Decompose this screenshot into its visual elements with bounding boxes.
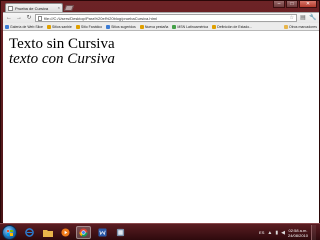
browser-window: Prueba de Cursiva × – □ ✕ ← → ↻ file:///… <box>0 0 320 223</box>
wrench-icon[interactable]: 🔧 <box>309 14 317 22</box>
browser-toolbar: ← → ↻ file:///C:/Users/Desktop/Para%20el… <box>3 12 319 23</box>
bookmark-label: Sitios sugeridos <box>111 24 136 29</box>
bookmark-label: Sitios sanbie <box>52 24 72 29</box>
new-tab-button[interactable] <box>63 5 75 11</box>
clock-date: 24/08/2010 <box>287 232 308 238</box>
bookmark-icon <box>5 24 9 29</box>
forward-button[interactable]: → <box>15 14 23 22</box>
bookmark-item[interactable]: Sitios sanbie <box>47 24 72 29</box>
ie-icon <box>25 228 34 237</box>
other-bookmarks-label: Otros marcadores <box>288 24 317 29</box>
taskbar-app-other[interactable] <box>113 226 128 239</box>
bookmark-star-icon[interactable]: ☆ <box>290 15 294 21</box>
bookmark-icon <box>75 24 80 29</box>
taskbar: ES ▲ ▮ ◀ 02:58 a.m. 24/08/2010 <box>0 223 320 240</box>
media-player-icon <box>61 228 70 237</box>
normal-text: Texto sin Cursiva <box>9 36 115 52</box>
tab-strip: Prueba de Cursiva × <box>3 2 319 12</box>
tray-arrow-icon[interactable]: ▲ <box>267 230 272 236</box>
bookmark-label: Nueva pestaña <box>144 24 169 29</box>
tab-close-icon[interactable]: × <box>58 6 60 10</box>
reload-button[interactable]: ↻ <box>25 14 33 22</box>
bookmark-label: MSN Latinoamérica <box>177 24 209 29</box>
back-button[interactable]: ← <box>5 14 13 22</box>
taskbar-app-word[interactable] <box>95 226 110 239</box>
bookmark-icon <box>212 24 217 29</box>
bookmark-item[interactable]: Sitios sugeridos <box>106 24 136 29</box>
show-desktop-button[interactable] <box>311 225 316 240</box>
network-icon[interactable]: ▮ <box>275 230 278 236</box>
page-content: Texto sin Cursiva texto con Cursiva <box>3 31 319 223</box>
bookmark-icon <box>47 24 52 29</box>
folder-icon <box>283 24 288 29</box>
folder-icon <box>42 229 53 237</box>
page-body: Texto sin Cursiva texto con Cursiva <box>9 37 115 67</box>
bookmark-label: Sitio Fanático <box>80 24 103 29</box>
address-url[interactable]: file:///C:/Users/Desktop/Para%20el%20blo… <box>44 16 288 21</box>
bookmark-label: Definición de Estado... <box>217 24 253 29</box>
tab-prueba-de-cursiva[interactable]: Prueba de Cursiva × <box>5 3 63 12</box>
page-favicon-icon <box>8 5 13 11</box>
bookmark-icon <box>106 24 111 29</box>
bookmark-item[interactable]: MSN Latinoamérica <box>172 24 209 29</box>
minimize-button[interactable]: – <box>273 1 285 8</box>
bookmark-item[interactable]: Galería de Web Slice <box>5 24 44 29</box>
other-bookmarks[interactable]: Otros marcadores <box>283 24 317 29</box>
close-button[interactable]: ✕ <box>299 1 317 8</box>
bookmark-item[interactable]: Nueva pestaña <box>139 24 169 29</box>
system-tray: ES ▲ ▮ ◀ 02:58 a.m. 24/08/2010 <box>259 225 316 240</box>
volume-icon[interactable]: ◀ <box>281 230 285 236</box>
italic-text: texto con Cursiva <box>9 51 115 67</box>
app-icon <box>116 228 125 237</box>
maximize-button[interactable]: □ <box>286 1 298 8</box>
taskbar-app-chrome[interactable] <box>76 226 91 239</box>
bookmark-icon <box>139 24 144 29</box>
bookmark-item[interactable]: Definición de Estado... <box>212 24 253 29</box>
bookmark-icon <box>172 24 177 29</box>
taskbar-app-ie[interactable] <box>22 226 37 239</box>
page-menu-icon[interactable]: ▤ <box>299 14 307 22</box>
bookmark-label: Galería de Web Slice <box>10 24 44 29</box>
window-controls: – □ ✕ <box>273 1 317 9</box>
chrome-icon <box>79 228 88 237</box>
bookmarks-bar: Galería de Web Slice Sitios sanbie Sitio… <box>3 23 319 31</box>
taskbar-app-explorer[interactable] <box>40 226 55 239</box>
windows-logo-icon <box>6 229 13 236</box>
bookmark-item[interactable]: Sitio Fanático <box>75 24 103 29</box>
tab-label: Prueba de Cursiva <box>15 5 49 11</box>
clock[interactable]: 02:58 a.m. 24/08/2010 <box>288 228 308 238</box>
word-icon <box>98 228 107 237</box>
page-icon <box>38 15 42 21</box>
taskbar-app-media-player[interactable] <box>58 226 73 239</box>
start-button[interactable] <box>2 225 17 240</box>
address-bar[interactable]: file:///C:/Users/Desktop/Para%20el%20blo… <box>35 14 297 22</box>
clock-time: 02:58 a.m. <box>288 227 308 233</box>
language-indicator[interactable]: ES <box>259 230 264 235</box>
